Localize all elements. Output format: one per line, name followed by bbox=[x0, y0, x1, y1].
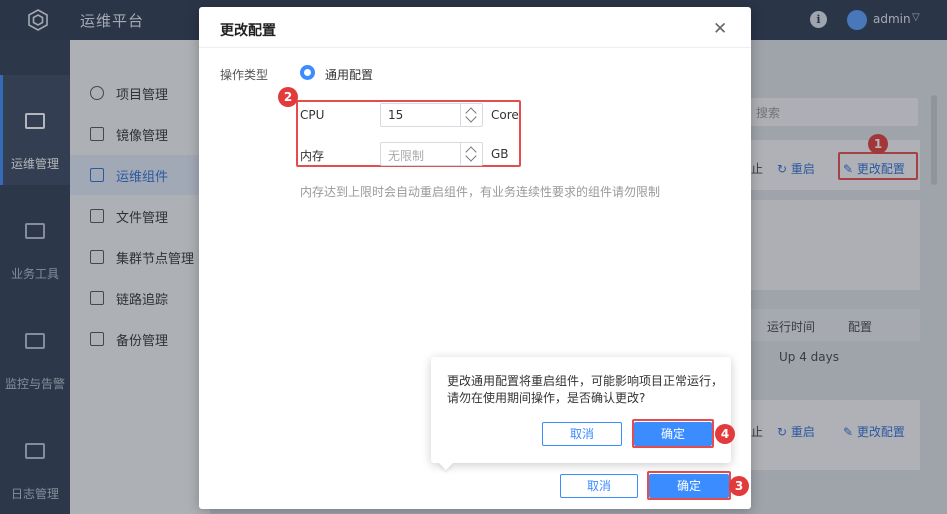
memory-label: 内存 bbox=[300, 149, 325, 163]
close-icon[interactable]: ✕ bbox=[713, 19, 727, 39]
highlight-box bbox=[647, 471, 731, 500]
popconfirm: 更改通用配置将重启组件，可能影响项目正常运行，请勿在使用期间操作，是否确认更改?… bbox=[431, 357, 735, 471]
cpu-stepper[interactable]: 15 bbox=[380, 103, 483, 127]
divider bbox=[199, 47, 751, 48]
memory-unit: GB bbox=[491, 147, 509, 161]
radio-general-config[interactable] bbox=[300, 65, 315, 80]
step-badge: 4 bbox=[715, 424, 735, 444]
cpu-value[interactable]: 15 bbox=[388, 108, 403, 122]
highlight-box bbox=[632, 419, 714, 448]
memory-placeholder[interactable]: 无限制 bbox=[388, 147, 424, 164]
cpu-label: CPU bbox=[300, 108, 325, 122]
step-badge: 2 bbox=[278, 87, 298, 107]
popconfirm-message: 更改通用配置将重启组件，可能影响项目正常运行，请勿在使用期间操作，是否确认更改? bbox=[447, 374, 724, 405]
op-type-label: 操作类型 bbox=[220, 68, 269, 82]
cancel-button[interactable]: 取消 bbox=[560, 474, 638, 498]
memory-stepper[interactable]: 无限制 bbox=[380, 142, 483, 166]
memory-hint: 内存达到上限时会自动重启组件，有业务连续性要求的组件请勿限制 bbox=[300, 185, 661, 199]
cpu-unit: Core bbox=[491, 108, 519, 122]
modal-title: 更改配置 bbox=[220, 23, 276, 39]
radio-label[interactable]: 通用配置 bbox=[325, 66, 373, 83]
step-badge: 3 bbox=[729, 476, 749, 496]
stepper-controls[interactable] bbox=[460, 104, 482, 126]
stepper-controls[interactable] bbox=[460, 143, 482, 165]
popconfirm-cancel-button[interactable]: 取消 bbox=[542, 422, 622, 446]
